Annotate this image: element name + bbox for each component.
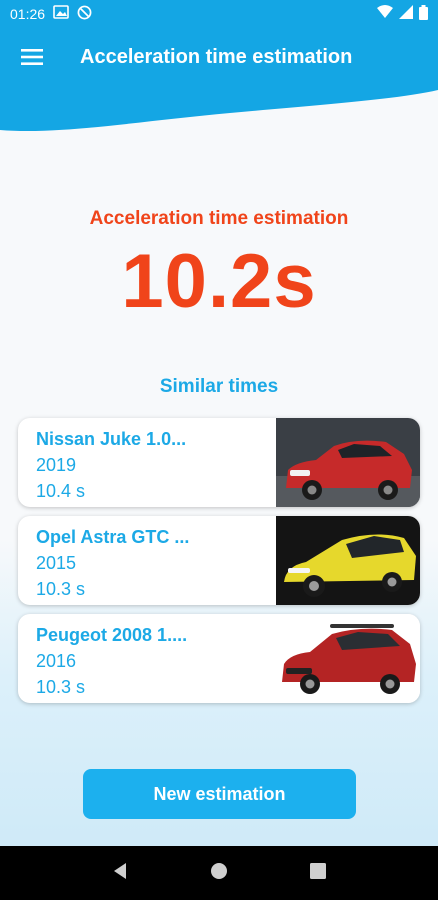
similar-cars-list: Nissan Juke 1.0... 2019 10.4 s Opel Astr… <box>18 418 420 712</box>
estimation-value: 10.2s <box>121 239 317 324</box>
home-icon <box>210 862 228 885</box>
car-name: Nissan Juke 1.0... <box>36 429 187 449</box>
nav-back-button[interactable] <box>105 858 135 888</box>
image-icon <box>53 5 69 22</box>
car-photo <box>276 614 420 703</box>
car-year: 2015 <box>36 553 77 573</box>
signal-icon <box>399 5 413 22</box>
navigation-bar <box>0 846 438 900</box>
menu-button[interactable] <box>18 45 46 73</box>
header-wave <box>0 27 438 132</box>
page-title: Acceleration time estimation <box>80 46 353 68</box>
car-name: Peugeot 2008 1.... <box>36 625 188 645</box>
nav-home-button[interactable] <box>204 858 234 888</box>
car-card[interactable]: Opel Astra GTC ... 2015 10.3 s <box>18 516 420 605</box>
recents-icon <box>310 862 327 884</box>
app-header: Acceleration time estimation <box>0 27 438 137</box>
car-year: 2016 <box>36 651 77 671</box>
car-name: Opel Astra GTC ... <box>36 527 190 547</box>
status-time: 01:26 <box>10 5 46 22</box>
status-bar: 01:26 <box>0 0 438 27</box>
car-year: 2019 <box>36 455 77 475</box>
car-card[interactable]: Nissan Juke 1.0... 2019 10.4 s <box>18 418 420 507</box>
wifi-icon <box>377 5 393 22</box>
estimation-label: Acceleration time estimation <box>89 208 349 229</box>
car-time: 10.3 s <box>36 677 86 697</box>
car-photo <box>276 418 420 507</box>
car-time: 10.3 s <box>36 579 86 599</box>
car-time: 10.4 s <box>36 481 86 501</box>
battery-icon <box>419 4 428 23</box>
car-card[interactable]: Peugeot 2008 1.... 2016 10.3 s <box>18 614 420 703</box>
hamburger-menu-icon <box>21 48 43 70</box>
similar-times-heading: Similar times <box>159 376 279 397</box>
nav-recents-button[interactable] <box>303 858 333 888</box>
car-photo <box>276 516 420 605</box>
back-icon <box>112 862 128 885</box>
dnd-icon <box>77 5 92 23</box>
new-estimation-button[interactable]: New estimation <box>83 769 356 819</box>
